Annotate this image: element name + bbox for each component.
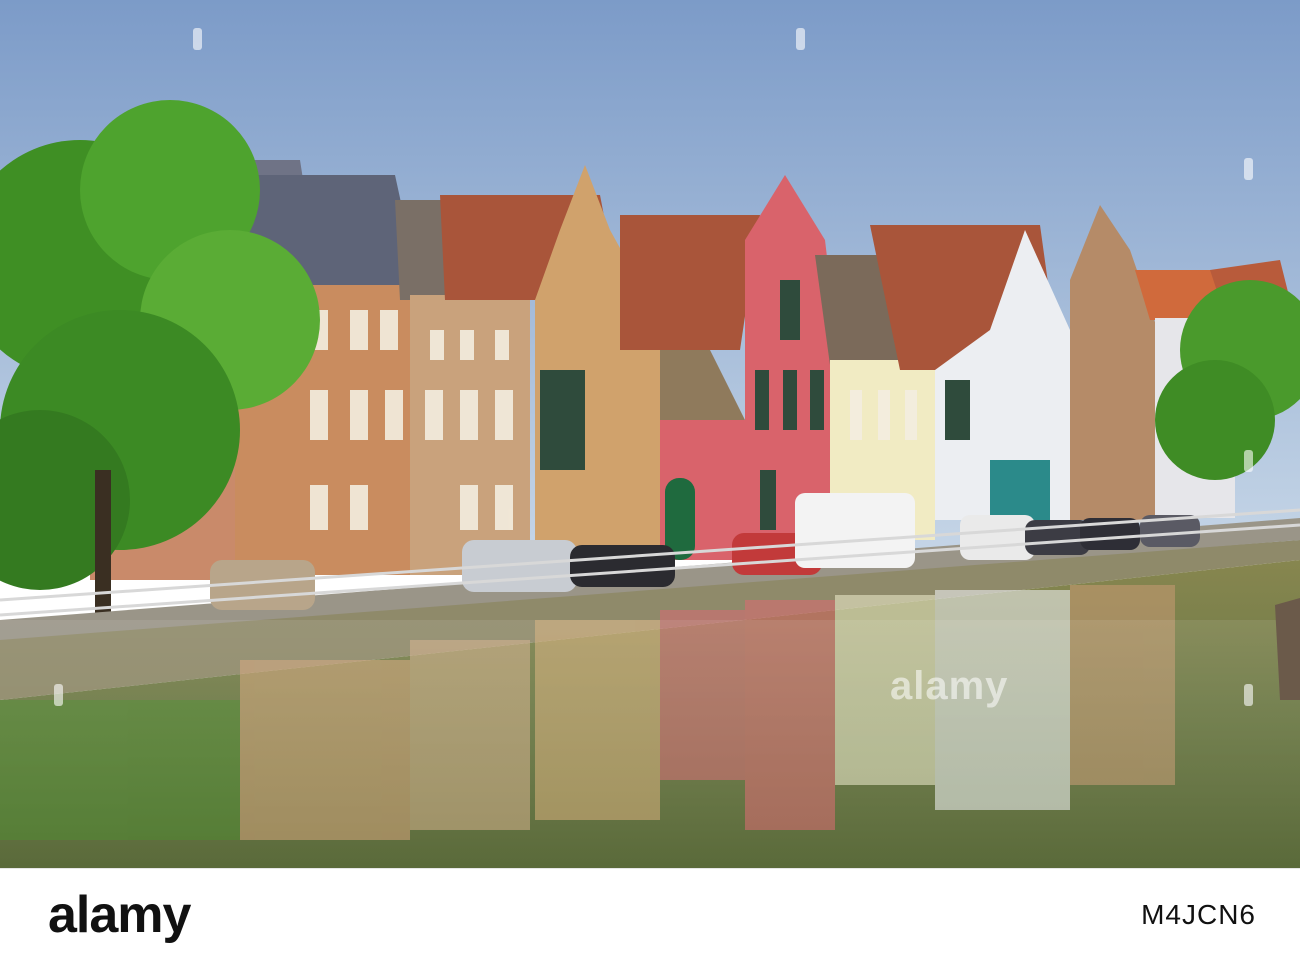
footer-logo: alamy — [48, 886, 191, 944]
watermark-tick-icon — [1244, 684, 1253, 706]
footer-bar: alamy M4JCN6 — [0, 868, 1300, 957]
watermark-tick-icon — [193, 28, 202, 50]
watermark-text: alamy — [890, 664, 1009, 708]
watermark-tick-icon — [54, 684, 63, 706]
watermark-tick-icon — [796, 28, 805, 50]
image-id: M4JCN6 — [1141, 899, 1256, 930]
watermark-tick-icon — [1244, 158, 1253, 180]
canal-photo — [0, 0, 1300, 868]
photo-canvas: alamy — [0, 0, 1300, 868]
watermark-tick-icon — [1244, 450, 1253, 472]
